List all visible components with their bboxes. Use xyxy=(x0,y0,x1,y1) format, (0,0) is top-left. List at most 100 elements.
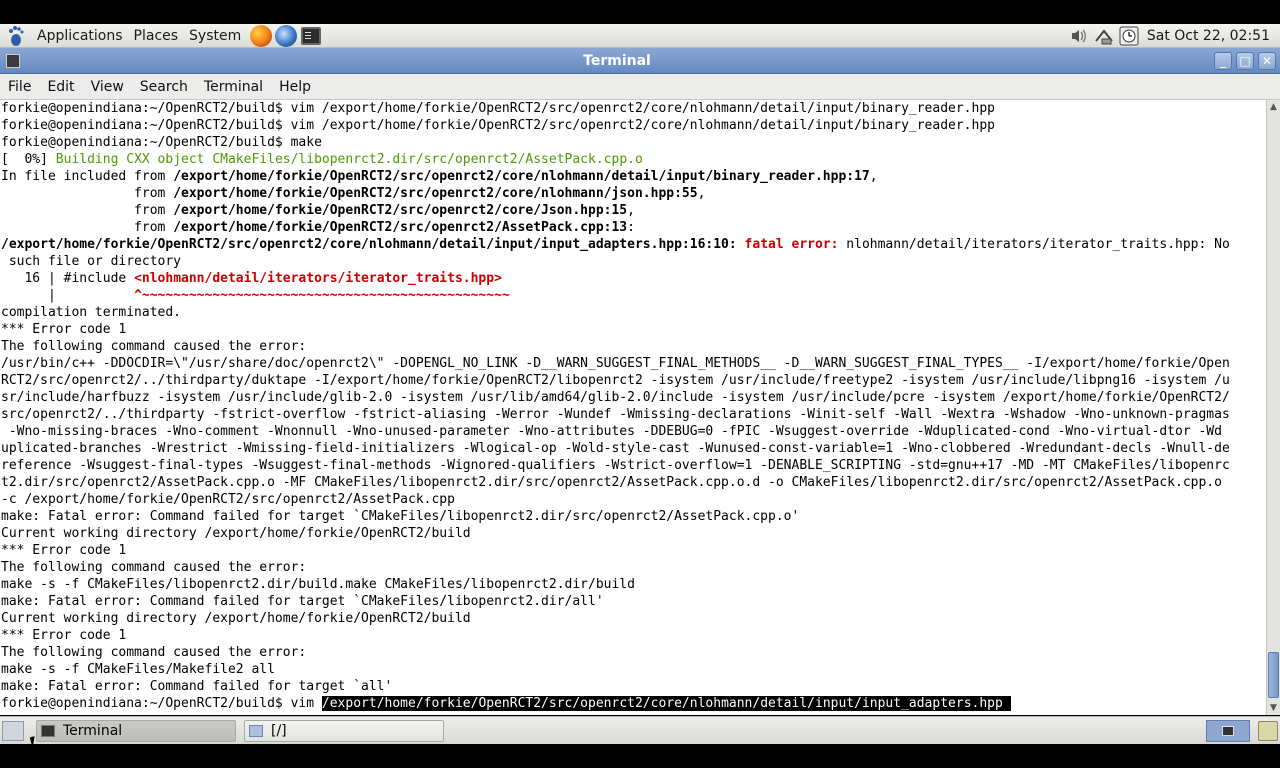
terminal-text: src/openrct2/../thirdparty -fstrict-over… xyxy=(1,407,1230,422)
terminal-text: t2.dir/src/openrct2/AssetPack.cpp.o -MF … xyxy=(1,475,1222,490)
terminal-text: 16 | #include xyxy=(1,271,135,286)
terminal-text: *** Error code 1 xyxy=(1,628,127,643)
terminal-text: The following command caused the error: xyxy=(1,645,307,660)
terminal-line: Current working directory /export/home/f… xyxy=(1,610,1266,627)
terminal-line: *** Error code 1 xyxy=(1,627,1266,644)
terminal-text: from xyxy=(1,203,174,218)
workspace-window-icon xyxy=(1222,725,1234,736)
terminal-text: -c /export/home/forkie/OpenRCT2/src/open… xyxy=(1,492,455,507)
close-button[interactable]: ✕ xyxy=(1258,51,1276,70)
terminal-text: [ 0%] xyxy=(1,152,56,167)
menu-view[interactable]: View xyxy=(83,79,132,95)
terminal-text: fatal error: xyxy=(744,237,847,252)
terminal-text: -Wno-missing-braces -Wno-comment -Wnonnu… xyxy=(1,424,1222,439)
scroll-down-arrow-icon[interactable]: ▼ xyxy=(1267,701,1280,715)
terminal-line: forkie@openindiana:~/OpenRCT2/build$ vim… xyxy=(1,695,1266,712)
menu-terminal[interactable]: Terminal xyxy=(196,79,271,95)
window-titlebar[interactable]: Terminal _ □ ✕ xyxy=(0,48,1280,74)
show-desktop-icon[interactable] xyxy=(2,720,24,741)
terminal-menubar: File Edit View Search Terminal Help xyxy=(0,74,1280,100)
terminal-text: /export/home/forkie/OpenRCT2/src/openrct… xyxy=(173,220,628,235)
menu-places[interactable]: Places xyxy=(129,24,184,48)
terminal-line: uplicated-branches -Wrestrict -Wmissing-… xyxy=(1,440,1266,457)
system-tray: Sat Oct 22, 02:51 xyxy=(1064,24,1280,48)
terminal-line: make: Fatal error: Command failed for ta… xyxy=(1,593,1266,610)
terminal-line: src/openrct2/../thirdparty -fstrict-over… xyxy=(1,406,1266,423)
terminal-line: reference -Wsuggest-final-types -Wsugges… xyxy=(1,457,1266,474)
terminal-text: make: Fatal error: Command failed for ta… xyxy=(1,679,393,694)
bottom-taskbar: Terminal [/] xyxy=(0,716,1280,744)
terminal-text: make -s -f CMakeFiles/libopenrct2.dir/bu… xyxy=(1,577,635,592)
taskbar-item-label: [/] xyxy=(271,722,287,739)
terminal-icon[interactable] xyxy=(301,26,322,45)
taskbar-item-files[interactable]: [/] xyxy=(244,719,444,742)
terminal-scrollbar[interactable]: ▲ ▼ xyxy=(1266,100,1280,715)
terminal-text: /export/home/forkie/OpenRCT2/src/openrct… xyxy=(1,237,745,252)
terminal-text: nlohmann/detail/iterators/iterator_trait… xyxy=(846,237,1230,252)
terminal-line: -Wno-missing-braces -Wno-comment -Wnonnu… xyxy=(1,423,1266,440)
terminal-text: , xyxy=(697,186,706,201)
network-icon[interactable] xyxy=(1094,26,1114,46)
terminal-text: make: Fatal error: Command failed for ta… xyxy=(1,594,604,609)
terminal-text: The following command caused the error: xyxy=(1,560,307,575)
terminal-text: : xyxy=(627,220,635,235)
thunderbird-icon[interactable] xyxy=(275,24,298,47)
terminal-icon xyxy=(41,724,55,737)
terminal-line: /export/home/forkie/OpenRCT2/src/openrct… xyxy=(1,236,1266,253)
maximize-button[interactable]: □ xyxy=(1236,51,1254,70)
menu-search[interactable]: Search xyxy=(132,79,196,95)
terminal-text: , xyxy=(869,169,878,184)
terminal-line: make -s -f CMakeFiles/Makefile2 all xyxy=(1,661,1266,678)
terminal-line: -c /export/home/forkie/OpenRCT2/src/open… xyxy=(1,491,1266,508)
trash-icon[interactable] xyxy=(1258,720,1278,741)
minimize-button[interactable]: _ xyxy=(1214,51,1232,70)
terminal-line: Current working directory /export/home/f… xyxy=(1,525,1266,542)
terminal-line: 16 | #include <nlohmann/detail/iterators… xyxy=(1,270,1266,287)
terminal-text: forkie@openindiana:~/OpenRCT2/build$ vim… xyxy=(1,118,995,133)
terminal-text: Building CXX object CMakeFiles/libopenrc… xyxy=(55,152,643,167)
scroll-thumb[interactable] xyxy=(1268,652,1279,698)
scroll-up-arrow-icon[interactable]: ▲ xyxy=(1267,100,1280,114)
terminal-line: The following command caused the error: xyxy=(1,338,1266,355)
terminal-line: | ^~~~~~~~~~~~~~~~~~~~~~~~~~~~~~~~~~~~~~… xyxy=(1,287,1266,304)
terminal-text: from xyxy=(1,220,174,235)
terminal-line: sr/include/harfbuzz -isystem /usr/includ… xyxy=(1,389,1266,406)
firefox-icon[interactable] xyxy=(250,24,273,47)
top-border xyxy=(0,0,1280,24)
terminal-line: t2.dir/src/openrct2/AssetPack.cpp.o -MF … xyxy=(1,474,1266,491)
terminal-text: Current working directory /export/home/f… xyxy=(1,611,471,626)
taskbar-item-terminal[interactable]: Terminal xyxy=(36,719,236,742)
terminal-text: forkie@openindiana:~/OpenRCT2/build$ vim xyxy=(1,696,322,711)
clock-icon[interactable] xyxy=(1119,26,1139,46)
workspace-switcher[interactable] xyxy=(1206,719,1250,742)
terminal-text: sr/include/harfbuzz -isystem /usr/includ… xyxy=(1,390,1230,405)
clock-label[interactable]: Sat Oct 22, 02:51 xyxy=(1147,28,1270,44)
selected-text: /export/home/forkie/OpenRCT2/src/openrct… xyxy=(321,696,1011,711)
terminal-text: reference -Wsuggest-final-types -Wsugges… xyxy=(1,458,1230,473)
window-menu-icon[interactable] xyxy=(6,53,20,68)
terminal-text: *** Error code 1 xyxy=(1,322,127,337)
terminal-text: /export/home/forkie/OpenRCT2/src/openrct… xyxy=(173,186,698,201)
terminal-text: /usr/bin/c++ -DDOCDIR=\"/usr/share/doc/o… xyxy=(1,356,1230,371)
terminal-text: make -s -f CMakeFiles/Makefile2 all xyxy=(1,662,275,677)
terminal-line: forkie@openindiana:~/OpenRCT2/build$ vim… xyxy=(1,117,1266,134)
terminal-text: <nlohmann/detail/iterators/iterator_trai… xyxy=(134,271,502,286)
terminal-text: /export/home/forkie/OpenRCT2/src/openrct… xyxy=(173,203,628,218)
terminal-text: compilation terminated. xyxy=(1,305,182,320)
menu-system[interactable]: System xyxy=(184,24,246,48)
terminal-text: | xyxy=(1,288,135,303)
gnome-foot-icon[interactable] xyxy=(6,25,24,47)
menu-applications[interactable]: Applications xyxy=(32,24,128,48)
terminal-line: *** Error code 1 xyxy=(1,542,1266,559)
menu-edit[interactable]: Edit xyxy=(39,79,82,95)
menu-help[interactable]: Help xyxy=(271,79,319,95)
terminal-text: forkie@openindiana:~/OpenRCT2/build$ mak… xyxy=(1,135,322,150)
terminal-output[interactable]: forkie@openindiana:~/OpenRCT2/build$ vim… xyxy=(0,100,1266,715)
terminal-line: from /export/home/forkie/OpenRCT2/src/op… xyxy=(1,219,1266,236)
terminal-text: *** Error code 1 xyxy=(1,543,127,558)
bottom-border xyxy=(0,744,1280,768)
terminal-text: , xyxy=(627,203,635,218)
speaker-icon[interactable] xyxy=(1069,26,1089,46)
menu-file[interactable]: File xyxy=(0,79,39,95)
terminal-line: In file included from /export/home/forki… xyxy=(1,168,1266,185)
